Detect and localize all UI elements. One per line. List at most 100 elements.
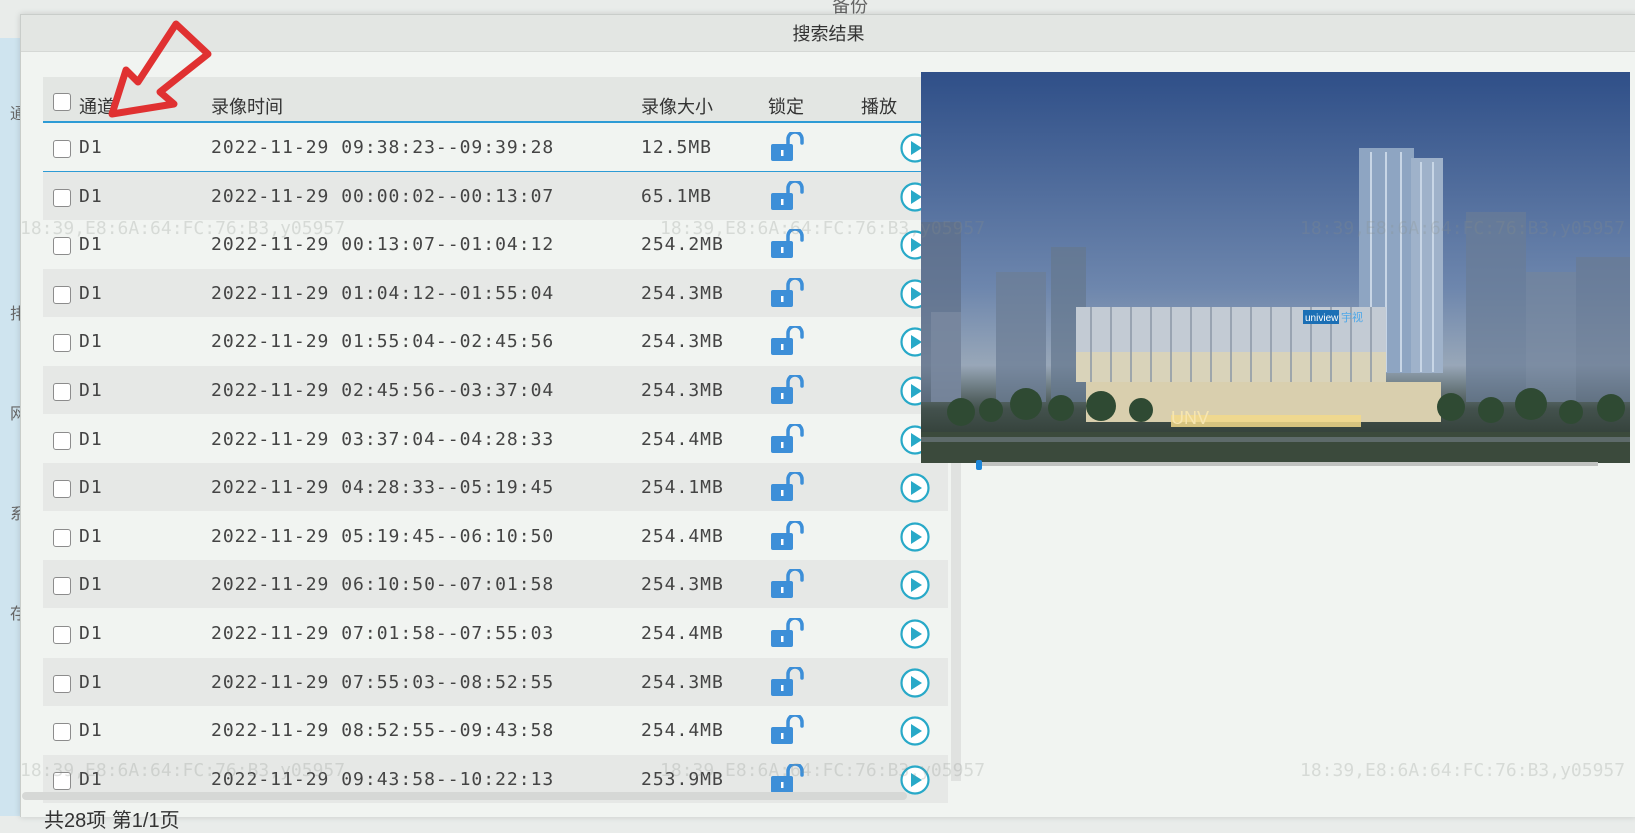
arrow-pointer-icon (108, 20, 212, 118)
row-channel: D1 (79, 282, 103, 304)
row-record-size: 65.1MB (641, 185, 713, 207)
table-horizontal-scrollbar[interactable] (22, 792, 907, 800)
row-channel: D1 (79, 477, 103, 499)
row-record-size: 254.4MB (641, 720, 724, 742)
row-record-size: 12.5MB (641, 137, 713, 158)
row-record-time: 2022-11-29 00:00:02--00:13:07 (211, 185, 555, 207)
table-row[interactable]: D1 2022-11-29 03:37:04--04:28:33 254.4MB (43, 415, 948, 463)
table-row[interactable]: D1 2022-11-29 07:01:58--07:55:03 254.4MB (43, 609, 948, 657)
play-circle-icon[interactable] (899, 716, 931, 751)
row-record-size: 254.4MB (641, 525, 724, 547)
row-checkbox[interactable] (53, 624, 71, 645)
row-record-size: 254.4MB (641, 623, 724, 644)
col-play: 播放 (861, 97, 897, 117)
row-checkbox[interactable] (53, 575, 71, 596)
col-lock: 锁定 (768, 97, 804, 117)
row-record-time: 2022-11-29 04:28:33--05:19:45 (211, 477, 555, 499)
row-record-time: 2022-11-29 08:52:55--09:43:58 (211, 720, 555, 742)
logo-cn-text: 宇视 (1341, 310, 1363, 324)
building-scene-image: uniview 宇视 UNV (921, 72, 1630, 463)
row-record-time: 2022-11-29 03:37:04--04:28:33 (211, 428, 555, 450)
row-record-size: 254.4MB (641, 428, 724, 450)
row-channel: D1 (79, 525, 103, 547)
dialog-title: 搜索结果 (21, 15, 1635, 52)
logo-text: uniview (1305, 313, 1339, 324)
background-menu: 通 排 网 系 存 (4, 0, 26, 816)
unlocked-padlock-icon[interactable] (768, 567, 808, 604)
play-circle-icon[interactable] (899, 619, 931, 654)
watermark-text: 18:39,E8:6A:64:FC:76:B3,y05957 (660, 218, 986, 239)
row-checkbox[interactable] (53, 721, 71, 742)
col-record-size: 录像大小 (641, 97, 713, 117)
table-row[interactable]: D1 2022-11-29 06:10:50--07:01:58 254.3MB (43, 560, 948, 609)
table-row[interactable]: D1 2022-11-29 01:55:04--02:45:56 254.3MB (43, 317, 948, 365)
table-row[interactable]: D1 2022-11-29 08:52:55--09:43:58 254.4MB (43, 706, 948, 754)
row-checkbox[interactable] (53, 673, 71, 694)
play-circle-icon[interactable] (899, 522, 931, 557)
row-record-time: 2022-11-29 07:01:58--07:55:03 (211, 623, 555, 644)
row-channel: D1 (79, 380, 103, 401)
unlocked-padlock-icon[interactable] (768, 470, 808, 507)
table-row[interactable]: D1 2022-11-29 02:45:56--03:37:04 254.3MB (43, 366, 948, 414)
row-record-size: 254.3MB (641, 574, 724, 596)
row-record-size: 254.3MB (641, 331, 724, 353)
row-checkbox[interactable] (53, 187, 71, 208)
unlocked-padlock-icon[interactable] (768, 421, 808, 459)
table-row[interactable]: D1 2022-11-29 04:28:33--05:19:45 254.1MB (43, 463, 948, 512)
unlocked-padlock-icon[interactable] (768, 713, 808, 750)
row-checkbox[interactable] (53, 332, 71, 353)
playback-progress-handle[interactable] (976, 460, 982, 470)
watermark-text: 18:39,E8:6A:64:FC:76:B3,y05957 (20, 760, 346, 781)
row-record-time: 2022-11-29 05:19:45--06:10:50 (211, 525, 555, 547)
unlocked-padlock-icon[interactable] (768, 276, 808, 313)
unlocked-padlock-icon[interactable] (768, 178, 808, 216)
row-channel: D1 (79, 331, 103, 353)
results-table: 通道 录像时间 录像大小 锁定 播放 D1 2022-11-29 09:38:2… (43, 77, 948, 805)
unlocked-padlock-icon[interactable] (768, 130, 808, 167)
table-row[interactable]: D1 2022-11-29 05:19:45--06:10:50 254.4MB (43, 512, 948, 560)
play-circle-icon[interactable] (899, 667, 931, 703)
row-record-size: 254.3MB (641, 282, 724, 304)
watermark-text: 18:39,E8:6A:64:FC:76:B3,y05957 (20, 218, 346, 239)
row-checkbox[interactable] (53, 138, 71, 159)
unlocked-padlock-icon[interactable] (768, 664, 808, 702)
row-record-time: 2022-11-29 02:45:56--03:37:04 (211, 380, 555, 401)
row-checkbox[interactable] (53, 527, 71, 548)
unlocked-padlock-icon[interactable] (768, 373, 808, 410)
row-channel: D1 (79, 574, 103, 596)
row-record-time: 2022-11-29 07:55:03--08:52:55 (211, 671, 555, 693)
video-preview[interactable]: uniview 宇视 UNV (921, 72, 1630, 463)
unlocked-padlock-icon[interactable] (768, 519, 808, 556)
row-channel: D1 (79, 137, 103, 158)
row-checkbox[interactable] (53, 284, 71, 305)
play-circle-icon[interactable] (899, 570, 931, 605)
row-record-time: 2022-11-29 01:04:12--01:55:04 (211, 282, 555, 304)
table-row[interactable]: D1 2022-11-29 07:55:03--08:52:55 254.3MB (43, 657, 948, 706)
unlocked-padlock-icon[interactable] (768, 616, 808, 653)
row-record-time: 2022-11-29 09:38:23--09:39:28 (211, 137, 555, 158)
unlocked-padlock-icon[interactable] (768, 324, 808, 361)
row-channel: D1 (79, 185, 103, 207)
row-channel: D1 (79, 671, 103, 693)
playback-progress-bar[interactable] (976, 462, 1598, 466)
table-row[interactable]: D1 2022-11-29 01:04:12--01:55:04 254.3MB (43, 268, 948, 317)
row-record-size: 254.1MB (641, 477, 724, 499)
row-checkbox[interactable] (53, 381, 71, 402)
table-row[interactable]: D1 2022-11-29 09:38:23--09:39:28 12.5MB (43, 123, 948, 173)
play-circle-icon[interactable] (899, 473, 931, 508)
select-all-checkbox[interactable] (53, 91, 71, 112)
row-record-time: 2022-11-29 06:10:50--07:01:58 (211, 574, 555, 596)
col-record-time: 录像时间 (211, 97, 283, 117)
table-row[interactable]: D1 2022-11-29 00:00:02--00:13:07 65.1MB (43, 171, 948, 220)
result-summary: 共28项 第1/1页 (44, 810, 180, 832)
building-sign: UNV (1171, 408, 1209, 428)
row-channel: D1 (79, 720, 103, 742)
row-checkbox[interactable] (53, 430, 71, 451)
watermark-text: 18:39,E8:6A:64:FC:76:B3,y05957 (660, 760, 986, 781)
row-record-time: 2022-11-29 01:55:04--02:45:56 (211, 331, 555, 353)
watermark-text: 18:39,E8:6A:64:FC:76:B3,y05957 (1300, 218, 1626, 239)
watermark-text: 18:39,E8:6A:64:FC:76:B3,y05957 (1300, 760, 1626, 781)
row-channel: D1 (79, 623, 103, 644)
row-checkbox[interactable] (53, 478, 71, 499)
row-record-size: 254.3MB (641, 380, 724, 401)
